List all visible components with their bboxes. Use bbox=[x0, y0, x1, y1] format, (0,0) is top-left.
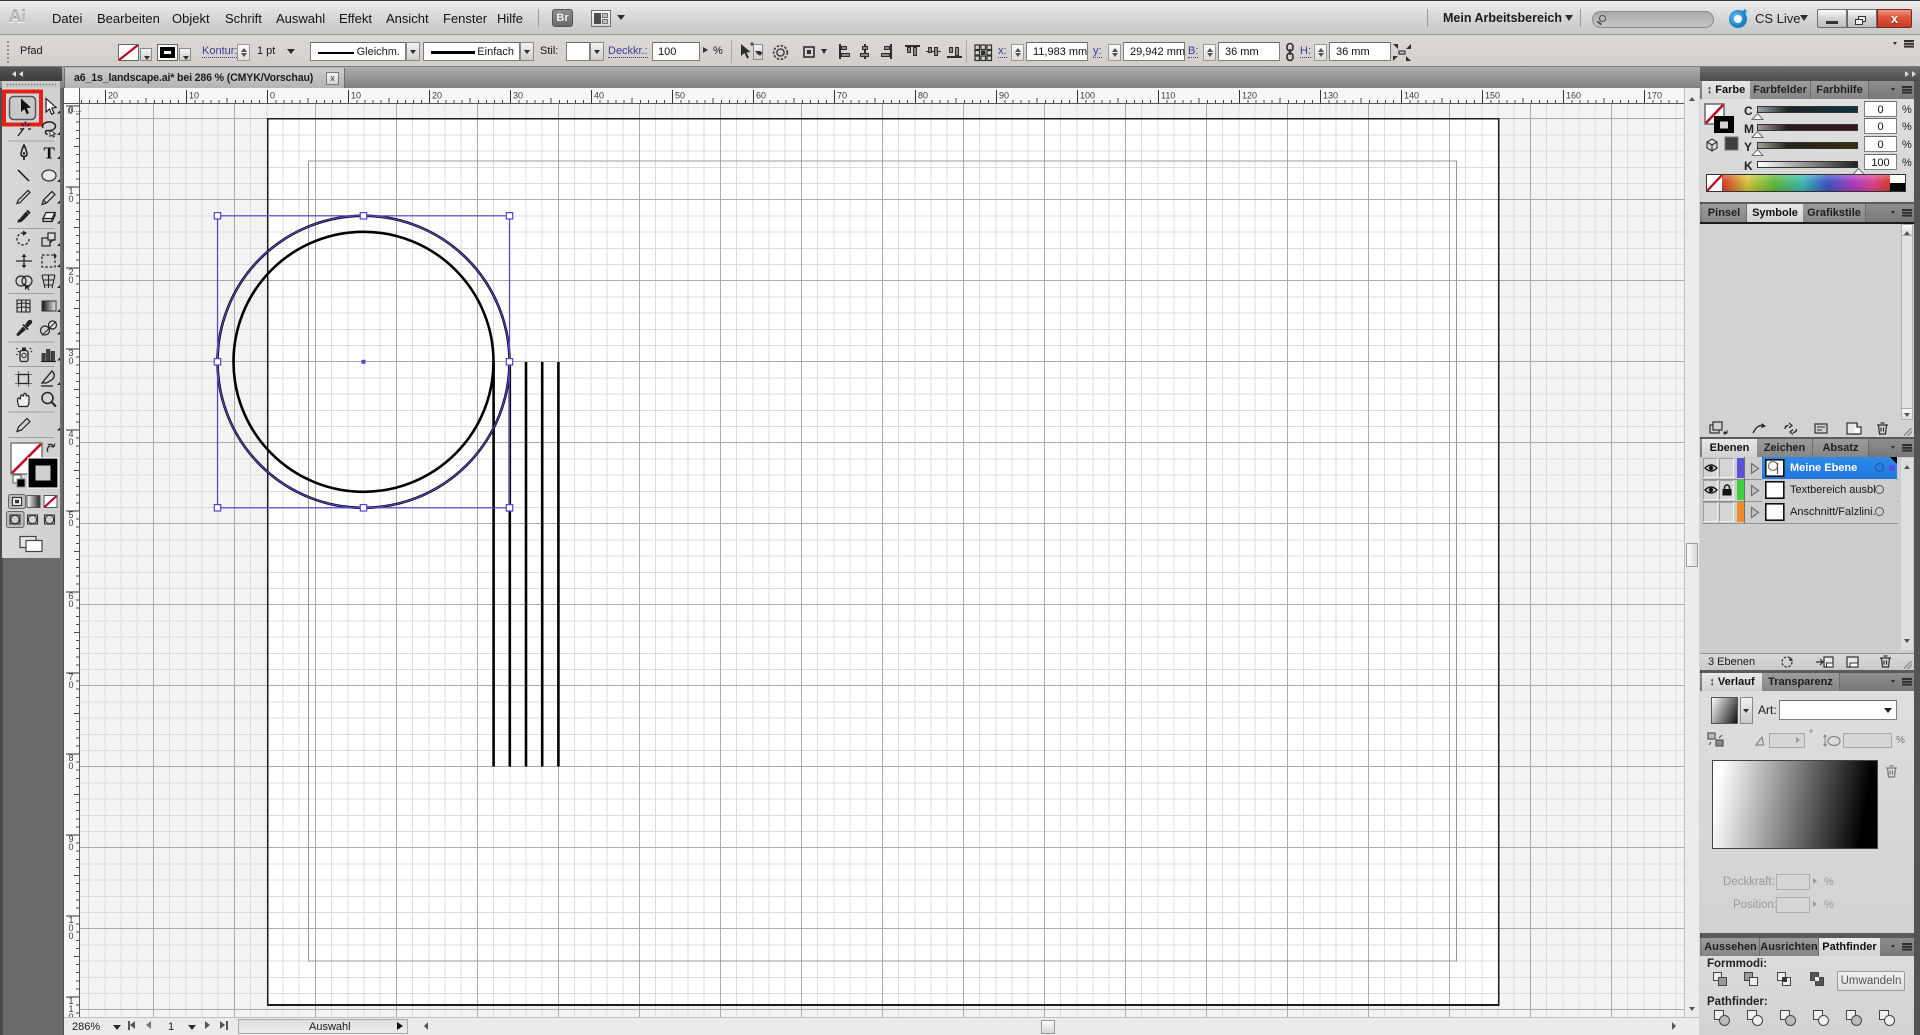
svg-text:120: 120 bbox=[1242, 91, 1257, 101]
svg-text:50: 50 bbox=[675, 91, 685, 101]
svg-text:140: 140 bbox=[1404, 91, 1419, 101]
svg-text:160: 160 bbox=[1566, 91, 1581, 101]
svg-text:30: 30 bbox=[69, 348, 74, 366]
svg-text:150: 150 bbox=[1485, 91, 1500, 101]
svg-text:60: 60 bbox=[756, 91, 766, 101]
svg-text:170: 170 bbox=[1647, 91, 1662, 101]
svg-text:20: 20 bbox=[108, 91, 118, 101]
svg-text:0: 0 bbox=[68, 106, 73, 116]
svg-text:90: 90 bbox=[999, 91, 1009, 101]
svg-text:T: T bbox=[44, 144, 56, 163]
svg-text:30: 30 bbox=[513, 91, 523, 101]
svg-text:10: 10 bbox=[189, 91, 199, 101]
svg-text:110: 110 bbox=[69, 996, 74, 1017]
svg-text:20: 20 bbox=[432, 91, 442, 101]
svg-text:40: 40 bbox=[594, 91, 604, 101]
svg-text:70: 70 bbox=[837, 91, 847, 101]
svg-text:10: 10 bbox=[69, 186, 74, 204]
svg-text:60: 60 bbox=[69, 591, 74, 609]
svg-text:110: 110 bbox=[1161, 91, 1175, 101]
svg-text:90: 90 bbox=[69, 834, 74, 852]
svg-text:0: 0 bbox=[270, 91, 275, 101]
svg-text:100: 100 bbox=[1080, 91, 1095, 101]
svg-text:80: 80 bbox=[69, 753, 74, 771]
svg-text:130: 130 bbox=[1323, 91, 1338, 101]
svg-text:....: .... bbox=[73, 105, 82, 114]
svg-text:40: 40 bbox=[69, 429, 74, 447]
svg-text:80: 80 bbox=[918, 91, 928, 101]
svg-text:100: 100 bbox=[69, 915, 74, 941]
svg-text:20: 20 bbox=[69, 267, 74, 285]
svg-text:50: 50 bbox=[69, 510, 74, 528]
svg-text:10: 10 bbox=[351, 91, 361, 101]
svg-text:70: 70 bbox=[69, 672, 74, 690]
